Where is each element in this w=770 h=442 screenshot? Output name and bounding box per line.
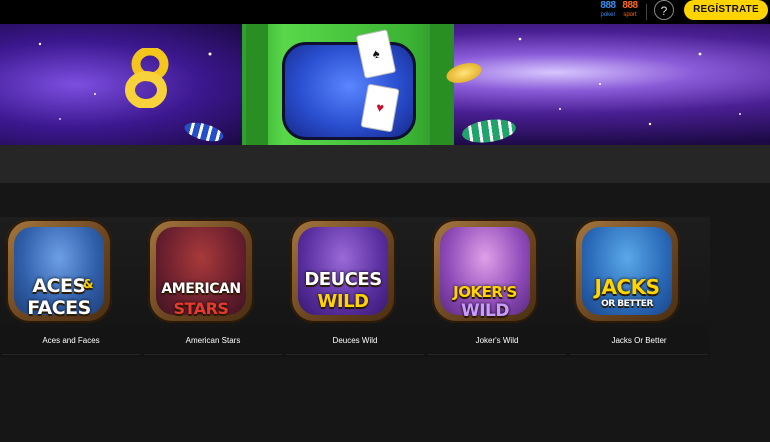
game-tile-jacks-or-better[interactable]: JACKS OR BETTER Jacks Or Better (568, 217, 710, 357)
hero-banner[interactable]: ♠ ♥ (0, 24, 770, 145)
brand-888sport-logo[interactable]: 888 sport (616, 0, 644, 19)
game-tile-aces-and-faces[interactable]: ACES & FACES Aces and Faces (0, 217, 142, 357)
aces-and-faces-icon[interactable]: ACES & FACES (6, 219, 112, 323)
game-tile-deuces-wild[interactable]: DEUCES WILD Deuces Wild (284, 217, 426, 357)
brand-sport-num: 888 (622, 0, 638, 11)
icon-title-line2: OR BETTER (601, 299, 653, 309)
game-label[interactable]: Deuces Wild (284, 336, 426, 345)
gold-eight-icon (125, 48, 169, 108)
icon-title-line2: WILD (317, 291, 369, 312)
game-label[interactable]: Jacks Or Better (568, 336, 710, 345)
tile-divider (570, 354, 708, 355)
icon-title-line1: DEUCES (304, 269, 382, 290)
tile-divider (428, 354, 566, 355)
jokers-wild-icon[interactable]: JOKER'S WILD (432, 219, 538, 323)
game-label[interactable]: Aces and Faces (0, 336, 142, 345)
header-divider (646, 4, 647, 20)
icon-title-amp: & (83, 277, 93, 291)
tv-right-post (430, 24, 452, 145)
tile-divider (2, 354, 140, 355)
help-button[interactable]: ? (654, 0, 674, 20)
tile-divider (144, 354, 282, 355)
tv-left-post (246, 24, 268, 145)
game-label[interactable]: Joker's Wild (426, 336, 568, 345)
game-tile-jokers-wild[interactable]: JOKER'S WILD Joker's Wild (426, 217, 568, 357)
icon-title-line1: AMERICAN (161, 281, 241, 297)
icon-title-line2: STARS (173, 299, 229, 318)
deuces-wild-icon[interactable]: DEUCES WILD (290, 219, 396, 323)
jacks-or-better-icon[interactable]: JACKS OR BETTER (574, 219, 680, 323)
icon-title-line2: FACES (27, 297, 91, 319)
top-bar: 888 poker 888 sport ? REGÍSTRATE (0, 0, 770, 24)
icon-title-line1: JACKS (594, 275, 661, 299)
icon-title-line2: WILD (460, 301, 510, 321)
game-label[interactable]: American Stars (142, 336, 284, 345)
brand-sport-label: sport (623, 12, 637, 18)
filter-band (0, 145, 770, 183)
register-button[interactable]: REGÍSTRATE (684, 0, 768, 20)
game-tile-american-stars[interactable]: AMERICAN STARS American Stars (142, 217, 284, 357)
american-stars-icon[interactable]: AMERICAN STARS (148, 219, 254, 323)
tile-divider (286, 354, 424, 355)
icon-title-line1: JOKER'S (453, 283, 517, 301)
